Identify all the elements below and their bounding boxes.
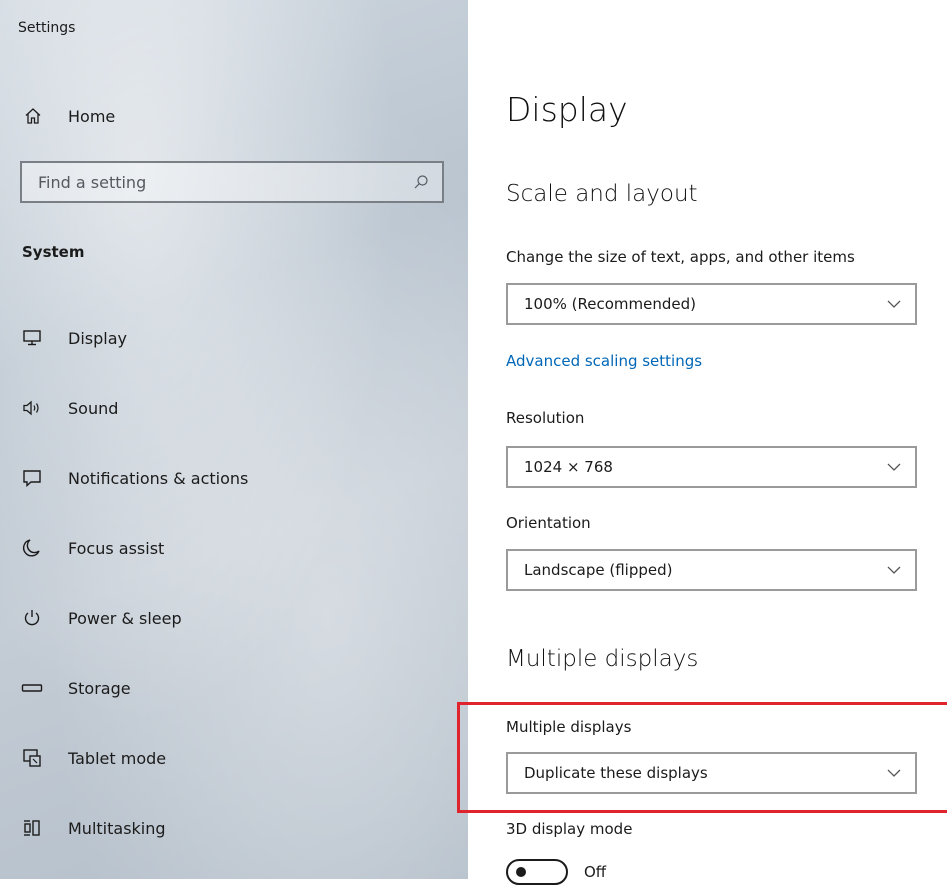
orientation-dropdown[interactable]: Landscape (flipped) <box>506 549 917 591</box>
sidebar-item-tablet-mode[interactable]: Tablet mode <box>0 723 468 793</box>
size-label: Change the size of text, apps, and other… <box>506 248 855 266</box>
notification-icon <box>20 466 44 490</box>
search-icon[interactable] <box>412 173 430 191</box>
toggle-knob <box>516 867 526 877</box>
sidebar-item-home[interactable]: Home <box>22 100 115 132</box>
chevron-down-icon <box>887 460 901 474</box>
sidebar-item-label: Focus assist <box>68 538 165 558</box>
sidebar-item-label: Notifications & actions <box>68 468 249 488</box>
orientation-dropdown-value: Landscape (flipped) <box>524 561 673 579</box>
sidebar-item-storage[interactable]: Storage <box>0 653 468 723</box>
sidebar: Settings Home System <box>0 0 468 879</box>
section-label-system: System <box>22 243 85 261</box>
resolution-dropdown-value: 1024 × 768 <box>524 458 613 476</box>
speaker-icon <box>20 396 44 420</box>
orientation-label: Orientation <box>506 514 591 532</box>
resolution-label: Resolution <box>506 409 585 427</box>
monitor-icon <box>20 326 44 350</box>
3d-display-mode-toggle-row: Off <box>506 859 606 885</box>
storage-icon <box>20 676 44 700</box>
main-content: Display Scale and layout Change the size… <box>506 0 947 885</box>
sidebar-item-sound[interactable]: Sound <box>0 373 468 443</box>
section-heading-scale-layout: Scale and layout <box>506 181 698 207</box>
sidebar-item-label: Tablet mode <box>68 748 167 768</box>
chevron-down-icon <box>887 297 901 311</box>
search-input[interactable] <box>36 171 412 193</box>
home-icon <box>22 105 44 127</box>
sidebar-item-focus-assist[interactable]: Focus assist <box>0 513 468 583</box>
sidebar-nav: Display Sound Notifications & actions Fo… <box>0 303 468 863</box>
sidebar-item-label: Multitasking <box>68 818 166 838</box>
power-icon <box>20 606 44 630</box>
scale-dropdown[interactable]: 100% (Recommended) <box>506 283 917 325</box>
sidebar-item-multitasking[interactable]: Multitasking <box>0 793 468 863</box>
sidebar-item-label: Display <box>68 328 127 348</box>
moon-icon <box>20 536 44 560</box>
3d-display-mode-toggle[interactable] <box>506 859 568 885</box>
app-title: Settings <box>18 20 76 36</box>
search-box[interactable] <box>20 161 444 203</box>
advanced-scaling-link[interactable]: Advanced scaling settings <box>506 352 702 370</box>
sidebar-item-label: Power & sleep <box>68 608 182 628</box>
scale-dropdown-value: 100% (Recommended) <box>524 295 696 313</box>
multitasking-icon <box>20 816 44 840</box>
multiple-displays-dropdown[interactable]: Duplicate these displays <box>506 752 917 794</box>
chevron-down-icon <box>887 766 901 780</box>
multiple-displays-label: Multiple displays <box>506 718 632 736</box>
sidebar-item-notifications[interactable]: Notifications & actions <box>0 443 468 513</box>
toggle-state-label: Off <box>584 863 607 881</box>
page-title: Display <box>506 90 628 129</box>
tablet-mode-icon <box>20 746 44 770</box>
sidebar-item-power-sleep[interactable]: Power & sleep <box>0 583 468 653</box>
sidebar-item-display[interactable]: Display <box>0 303 468 373</box>
sidebar-item-label: Sound <box>68 398 119 418</box>
sidebar-item-label: Storage <box>68 678 131 698</box>
section-heading-multiple-displays: Multiple displays <box>506 646 699 672</box>
sidebar-item-label: Home <box>68 106 116 126</box>
multiple-displays-dropdown-value: Duplicate these displays <box>524 764 708 782</box>
3d-display-mode-label: 3D display mode <box>506 820 633 838</box>
resolution-dropdown[interactable]: 1024 × 768 <box>506 446 917 488</box>
chevron-down-icon <box>887 563 901 577</box>
